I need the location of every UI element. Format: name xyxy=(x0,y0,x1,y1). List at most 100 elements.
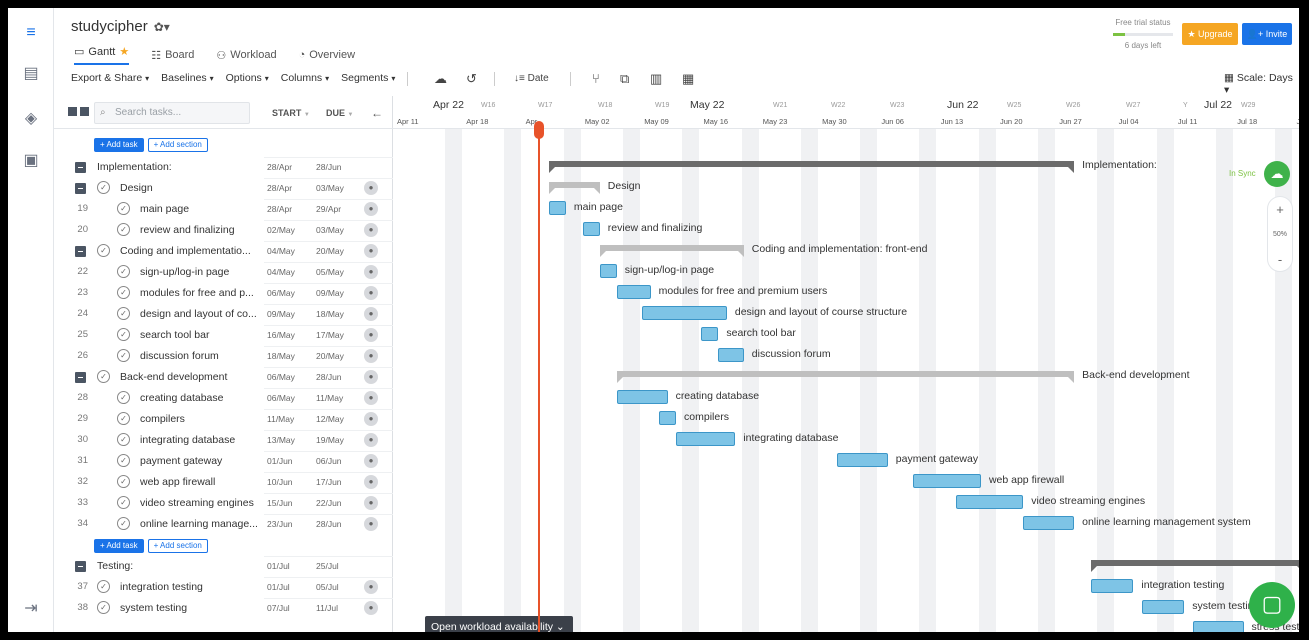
start-date[interactable]: 10/Jun xyxy=(267,477,293,487)
col-header-due[interactable]: DUE ▼ xyxy=(326,108,353,118)
task-name[interactable]: main page xyxy=(140,203,259,215)
project-settings-icon[interactable]: ✿▾ xyxy=(154,20,170,34)
due-date[interactable]: 12/May xyxy=(316,414,344,424)
assignee-avatar-icon[interactable]: ● xyxy=(364,412,378,426)
start-date[interactable]: 04/May xyxy=(267,267,295,277)
summary-bar[interactable] xyxy=(1091,560,1299,572)
due-date[interactable]: 22/Jun xyxy=(316,498,342,508)
due-date[interactable]: 11/May xyxy=(316,393,343,403)
search-input[interactable]: ⌕ Search tasks... xyxy=(94,102,250,124)
start-date[interactable]: 01/Jul xyxy=(267,582,290,592)
options-menu[interactable]: Options ▾ xyxy=(226,72,269,84)
section-row[interactable]: Testing: 01/Jul 25/Jul xyxy=(54,556,393,577)
col-header-start[interactable]: START ▼ xyxy=(272,108,310,118)
complete-check-icon[interactable]: ✓ xyxy=(117,286,130,299)
assignee-avatar-icon[interactable]: ● xyxy=(364,286,378,300)
due-date[interactable]: 19/May xyxy=(316,435,344,445)
assignee-avatar-icon[interactable]: ● xyxy=(364,580,378,594)
section-name[interactable]: Implementation: xyxy=(97,161,172,173)
due-date[interactable]: 05/May xyxy=(316,267,344,277)
complete-check-icon[interactable]: ✓ xyxy=(117,496,130,509)
collapse-grid-arrow-icon[interactable]: ← xyxy=(371,106,383,120)
start-date[interactable]: 28/Apr xyxy=(267,204,292,214)
table-row[interactable]: 25 ✓ search tool bar 16/May 17/May ● xyxy=(54,325,393,346)
assignee-avatar-icon[interactable]: ● xyxy=(364,328,378,342)
sort-date-button[interactable]: ↓≡ Date xyxy=(514,73,549,84)
table-row[interactable]: 31 ✓ payment gateway 01/Jun 06/Jun ● xyxy=(54,451,393,472)
task-bar[interactable] xyxy=(659,411,677,425)
due-date[interactable]: 09/May xyxy=(316,288,344,298)
start-date[interactable]: 07/Jul xyxy=(267,603,290,613)
complete-check-icon[interactable]: ✓ xyxy=(117,475,130,488)
add-section-button[interactable]: + Add section xyxy=(147,539,208,553)
collapse-toggle-icon[interactable] xyxy=(75,183,86,194)
section-row[interactable]: Implementation: 28/Apr 28/Jun xyxy=(54,157,393,178)
open-workload-button[interactable]: Open workload availability ⌄ xyxy=(425,616,573,632)
task-name[interactable]: online learning manage... xyxy=(140,518,259,530)
group-row[interactable]: ✓ Coding and implementatio... 04/May 20/M… xyxy=(54,241,393,262)
task-name[interactable]: creating database xyxy=(140,392,259,404)
table-row[interactable]: 33 ✓ video streaming engines 15/Jun 22/Ju… xyxy=(54,493,393,514)
assignee-avatar-icon[interactable]: ● xyxy=(364,454,378,468)
assignee-avatar-icon[interactable]: ● xyxy=(364,433,378,447)
due-date[interactable]: 28/Jun xyxy=(316,519,342,529)
columns-menu[interactable]: Columns ▾ xyxy=(281,72,329,84)
baselines-menu[interactable]: Baselines ▾ xyxy=(161,72,213,84)
task-name[interactable]: search tool bar xyxy=(140,329,259,341)
task-bar[interactable] xyxy=(1192,621,1244,632)
task-bar[interactable] xyxy=(955,495,1024,509)
learning-icon[interactable]: ◈ xyxy=(20,108,42,130)
task-name[interactable]: compilers xyxy=(140,413,259,425)
start-date[interactable]: 28/Apr xyxy=(267,162,292,172)
favorite-star-icon[interactable]: ★ xyxy=(119,45,129,58)
chat-support-icon[interactable]: ▢ xyxy=(1249,582,1295,628)
due-date[interactable]: 03/May xyxy=(316,225,344,235)
table-row[interactable]: 29 ✓ compilers 11/May 12/May ● xyxy=(54,409,393,430)
assignee-avatar-icon[interactable]: ● xyxy=(364,475,378,489)
start-date[interactable]: 06/May xyxy=(267,372,295,382)
add-task-button[interactable]: + Add task xyxy=(94,539,144,553)
summary-bar[interactable] xyxy=(599,245,744,257)
contacts-icon[interactable]: ▣ xyxy=(20,150,42,172)
task-name[interactable]: sign-up/log-in page xyxy=(140,266,259,278)
complete-check-icon[interactable]: ✓ xyxy=(97,601,110,614)
today-marker-handle[interactable] xyxy=(534,121,544,139)
zoom-in-button[interactable]: + xyxy=(1268,197,1292,222)
assignee-avatar-icon[interactable]: ● xyxy=(364,202,378,216)
logout-icon[interactable]: ⇥ xyxy=(20,598,42,620)
summary-bar[interactable] xyxy=(616,371,1075,383)
table-row[interactable]: 26 ✓ discussion forum 18/May 20/May ● xyxy=(54,346,393,367)
task-name[interactable]: modules for free and p... xyxy=(140,287,259,299)
task-bar[interactable] xyxy=(1091,579,1134,593)
complete-check-icon[interactable]: ✓ xyxy=(117,223,130,236)
start-date[interactable]: 06/May xyxy=(267,393,295,403)
invite-button[interactable]: 👤+ Invite xyxy=(1242,23,1292,45)
table-row[interactable]: 28 ✓ creating database 06/May 11/May ● xyxy=(54,388,393,409)
task-name[interactable]: discussion forum xyxy=(140,350,259,362)
due-date[interactable]: 05/Jul xyxy=(316,582,339,592)
complete-check-icon[interactable]: ✓ xyxy=(97,370,110,383)
complete-check-icon[interactable]: ✓ xyxy=(117,328,130,341)
collapse-toggle-icon[interactable] xyxy=(75,162,86,173)
table-row[interactable]: 22 ✓ sign-up/log-in page 04/May 05/May ● xyxy=(54,262,393,283)
segments-menu[interactable]: Segments ▾ xyxy=(341,72,395,84)
complete-check-icon[interactable]: ✓ xyxy=(117,433,130,446)
assignee-avatar-icon[interactable]: ● xyxy=(364,349,378,363)
collapse-toggle-icon[interactable] xyxy=(75,561,86,572)
task-name[interactable]: system testing xyxy=(120,602,259,614)
assignee-avatar-icon[interactable]: ● xyxy=(364,601,378,615)
table-row[interactable]: 34 ✓ online learning manage... 23/Jun 28/… xyxy=(54,514,393,535)
calendar-icon[interactable]: ▦ xyxy=(682,71,694,87)
start-date[interactable]: 15/Jun xyxy=(267,498,293,508)
due-date[interactable]: 06/Jun xyxy=(316,456,342,466)
complete-check-icon[interactable]: ✓ xyxy=(97,244,110,257)
due-date[interactable]: 28/Jun xyxy=(316,372,342,382)
start-date[interactable]: 01/Jun xyxy=(267,456,293,466)
complete-check-icon[interactable]: ✓ xyxy=(117,202,130,215)
summary-bar[interactable] xyxy=(548,182,600,194)
task-bar[interactable] xyxy=(676,432,736,446)
complete-check-icon[interactable]: ✓ xyxy=(97,580,110,593)
due-date[interactable]: 20/May xyxy=(316,351,344,361)
table-row[interactable]: 30 ✓ integrating database 13/May 19/May ● xyxy=(54,430,393,451)
section-name[interactable]: Testing: xyxy=(97,560,133,572)
